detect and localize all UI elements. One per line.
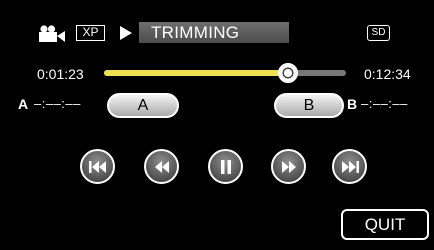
play-triangle-icon — [120, 26, 132, 40]
set-b-point-button[interactable]: B — [274, 93, 344, 118]
skip-next-icon — [341, 160, 359, 173]
total-time: 0:12:34 — [364, 66, 411, 82]
pause-icon — [220, 159, 231, 174]
b-point-time: –:––:–– — [361, 96, 408, 111]
current-time: 0:01:23 — [37, 66, 84, 82]
a-point-time: –:––:–– — [34, 96, 81, 111]
quit-button[interactable]: QUIT — [341, 209, 429, 240]
skip-previous-icon — [88, 160, 106, 173]
quality-badge: XP — [76, 25, 105, 41]
mode-title: TRIMMING — [151, 23, 240, 42]
b-point-label: B — [347, 96, 358, 112]
rewind-button[interactable] — [144, 149, 179, 184]
sd-card-icon: SD — [367, 25, 390, 41]
fast-forward-button[interactable] — [271, 149, 306, 184]
progress-fill — [104, 70, 288, 76]
progress-handle[interactable] — [277, 63, 298, 83]
movie-camera-icon — [39, 25, 65, 42]
pause-button[interactable] — [208, 149, 243, 184]
fast-forward-icon — [281, 160, 296, 173]
progress-slider[interactable] — [104, 63, 346, 83]
trimming-screen: XP TRIMMING SD 0:01:23 0:12:34 A –:––:––… — [0, 0, 434, 250]
skip-previous-button[interactable] — [80, 149, 115, 184]
set-a-point-button[interactable]: A — [107, 93, 179, 118]
rewind-icon — [154, 160, 169, 173]
skip-next-button[interactable] — [332, 149, 367, 184]
a-point-label: A — [18, 96, 29, 112]
